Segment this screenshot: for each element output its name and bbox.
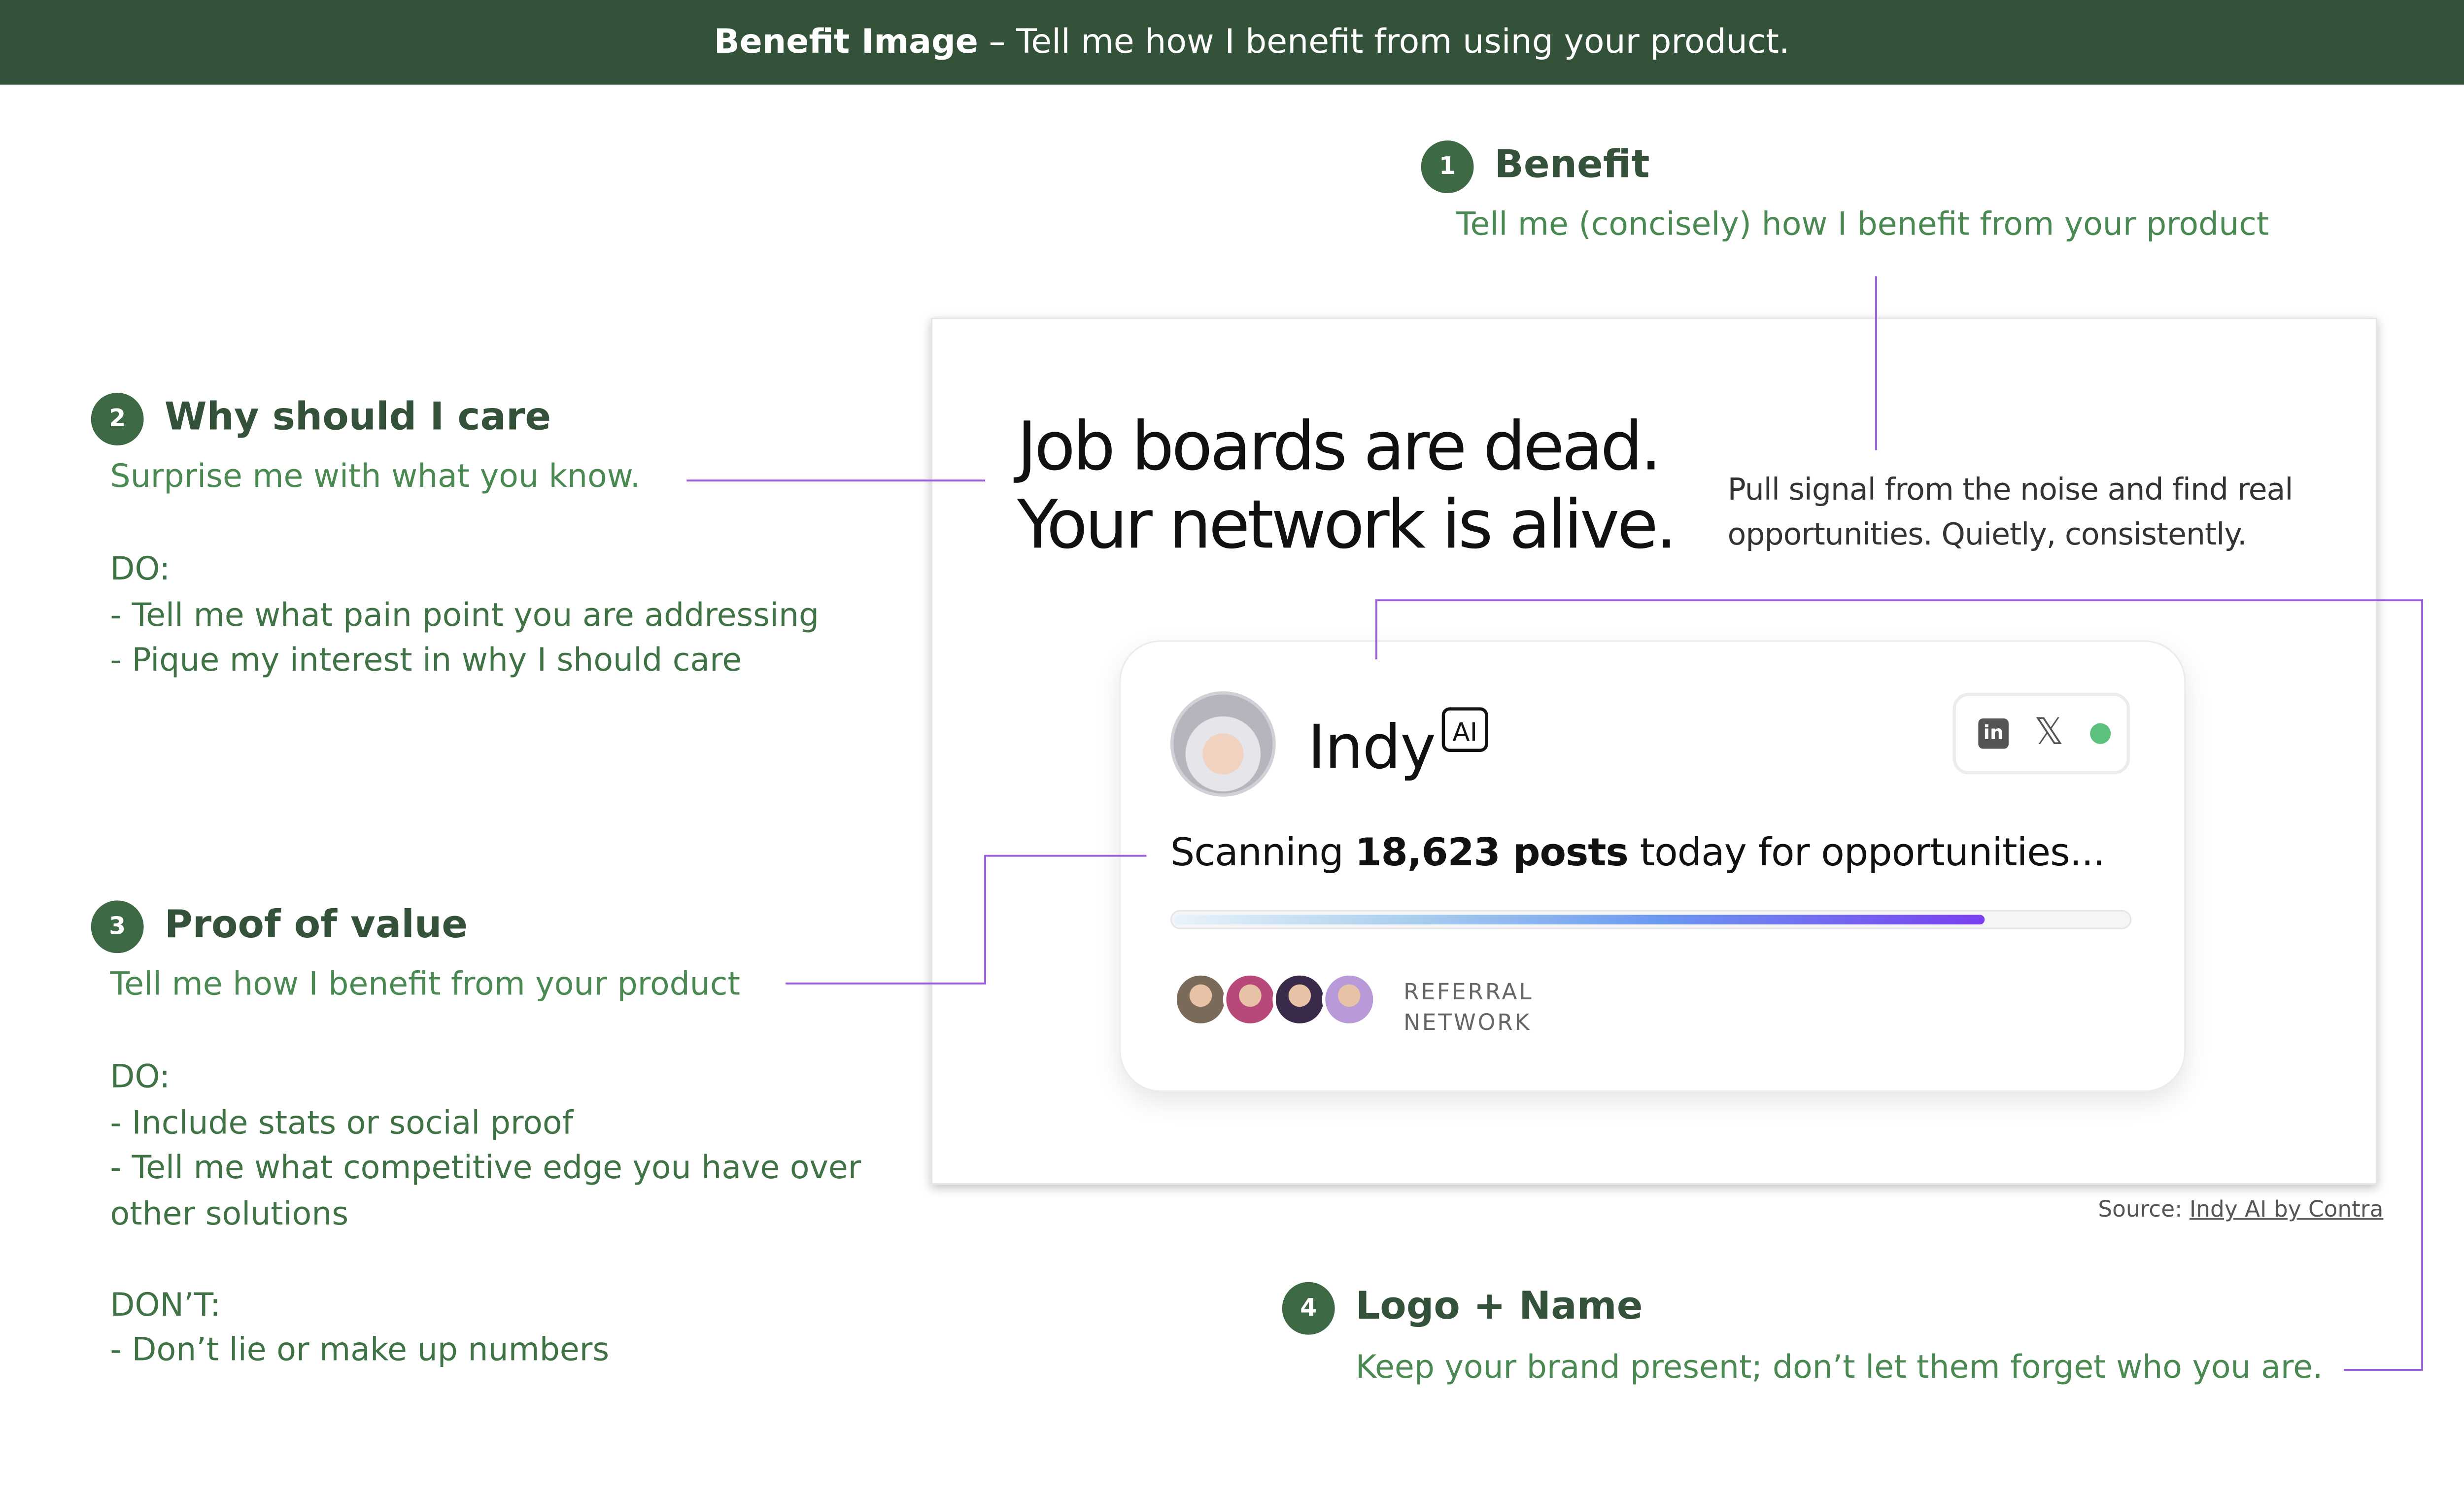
annotation-number-1: 1 <box>1421 140 1474 194</box>
annotation-subtitle-benefit: Tell me (concisely) how I benefit from y… <box>1456 204 2269 243</box>
annotation-heading-why-care: Why should I care <box>164 394 551 439</box>
annotation-subtitle-logo: Keep your brand present; don’t let them … <box>1355 1347 2323 1386</box>
annotation-number-4: 4 <box>1282 1282 1335 1335</box>
proof-do-label: DO: <box>110 1056 171 1095</box>
annotation-number-2: 2 <box>91 393 144 445</box>
x-icon[interactable]: 𝕏 <box>2034 712 2064 753</box>
banner-title-bold: Benefit Image <box>714 22 978 61</box>
annotation-heading-proof: Proof of value <box>164 902 468 947</box>
referral-avatar <box>1223 972 1277 1027</box>
scan-status: Scanning 18,623 posts today for opportun… <box>1170 830 2105 875</box>
proof-do-item: other solutions <box>110 1193 349 1232</box>
annotation-subtitle-why-care: Surprise me with what you know. <box>110 456 641 495</box>
astronaut-avatar <box>1170 691 1276 797</box>
top-banner: Benefit Image – Tell me how I benefit fr… <box>0 0 2464 85</box>
source-prefix: Source: <box>2098 1197 2190 1223</box>
why-care-do-block: DO: - Tell me what pain point you are ad… <box>110 546 820 682</box>
referral-avatar <box>1272 972 1327 1027</box>
source-link[interactable]: Indy AI by Contra <box>2190 1197 2384 1223</box>
referral-avatar <box>1322 972 1376 1027</box>
progress-fill <box>1173 915 1985 924</box>
source-credit: Source: Indy AI by Contra <box>2098 1197 2383 1223</box>
scan-prefix: Scanning <box>1170 830 1355 875</box>
proof-dont-item: - Don’t lie or make up numbers <box>110 1329 610 1368</box>
example-subhead: Pull signal from the noise and find real… <box>1728 468 2293 557</box>
referral-avatar <box>1173 972 1228 1027</box>
annotation-subtitle-proof: Tell me how I benefit from your product <box>110 964 740 1003</box>
status-dot-icon <box>2090 723 2111 744</box>
banner-title-rest: – Tell me how I benefit from using your … <box>978 22 1790 61</box>
canvas: Benefit Image – Tell me how I benefit fr… <box>0 0 2464 1498</box>
annotation-heading-logo: Logo + Name <box>1355 1283 1643 1328</box>
why-care-do-item: - Tell me what pain point you are addres… <box>110 594 820 633</box>
proof-do-block: DO: - Include stats or social proof - Te… <box>110 1054 861 1372</box>
subhead-line: Pull signal from the noise and find real <box>1727 473 2293 508</box>
annotation-heading-benefit: Benefit <box>1494 142 1650 187</box>
linkedin-icon[interactable]: in <box>1978 718 2009 749</box>
example-headline: Job boards are dead. Your network is ali… <box>1017 407 1677 564</box>
scan-count: 18,623 posts <box>1355 830 1628 875</box>
referral-network-label: REFERRAL NETWORK <box>1403 979 1534 1039</box>
headline-line: Your network is alive. <box>1017 485 1677 564</box>
why-care-do-label: DO: <box>110 549 171 588</box>
referral-line: NETWORK <box>1403 1010 1532 1036</box>
annotation-number-3: 3 <box>91 900 144 953</box>
brand-name: Indy <box>1307 712 1437 783</box>
ai-badge: AI <box>1441 707 1488 752</box>
referral-line: REFERRAL <box>1403 980 1534 1006</box>
proof-do-item: - Include stats or social proof <box>110 1102 574 1141</box>
proof-dont-label: DON’T: <box>110 1284 221 1323</box>
scan-suffix: today for opportunities... <box>1628 830 2105 875</box>
headline-line: Job boards are dead. <box>1017 407 1662 485</box>
subhead-line: opportunities. Quietly, consistently. <box>1727 517 2247 553</box>
proof-do-item: - Tell me what competitive edge you have… <box>110 1148 861 1187</box>
why-care-do-item: - Pique my interest in why I should care <box>110 640 742 679</box>
